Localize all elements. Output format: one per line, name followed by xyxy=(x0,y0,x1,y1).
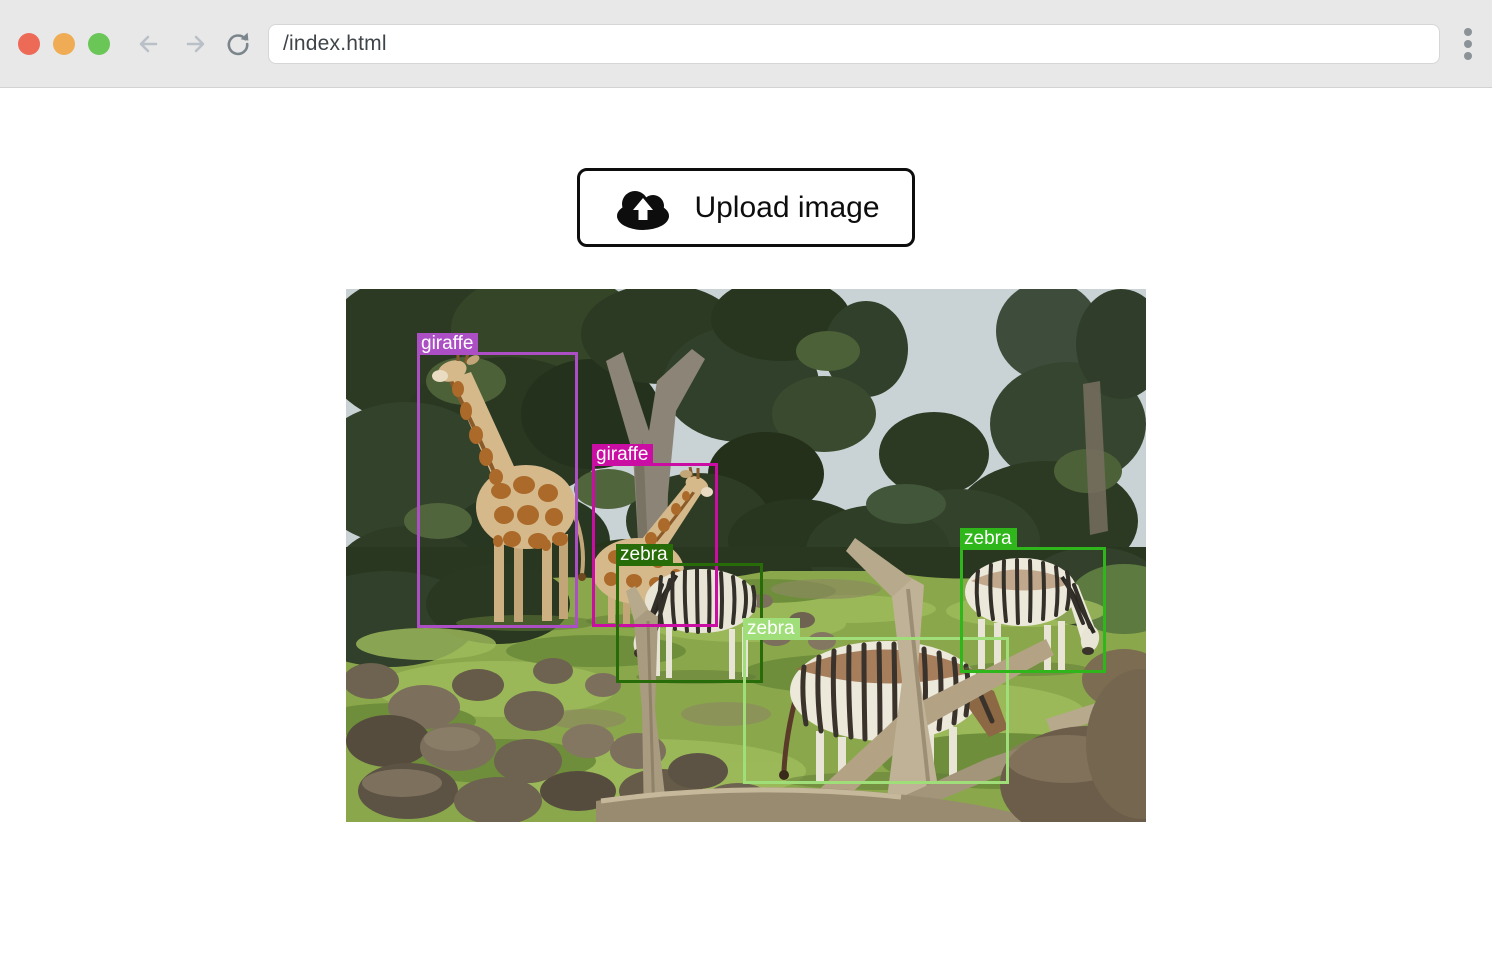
detection-box-giraffe-1: giraffe xyxy=(417,352,578,628)
detection-box-zebra-5: zebra xyxy=(960,547,1106,673)
upload-image-button[interactable]: Upload image xyxy=(577,168,914,247)
zoom-window-button[interactable] xyxy=(88,33,110,55)
detection-box-zebra-3: zebra xyxy=(616,563,763,683)
detections-overlay: giraffegiraffezebrazebrazebra xyxy=(346,289,1146,822)
reload-icon[interactable] xyxy=(220,26,256,62)
window-controls xyxy=(18,33,110,55)
detection-label: zebra xyxy=(960,528,1017,550)
back-arrow-icon[interactable] xyxy=(132,26,168,62)
detection-label: giraffe xyxy=(417,333,478,355)
url-bar[interactable]: /index.html xyxy=(268,24,1440,64)
detection-label: giraffe xyxy=(592,444,653,466)
browser-chrome: /index.html xyxy=(0,0,1492,88)
cloud-upload-icon xyxy=(612,186,674,230)
detection-label: zebra xyxy=(743,618,800,640)
upload-button-label: Upload image xyxy=(694,191,879,225)
overflow-menu-icon[interactable] xyxy=(1458,24,1478,64)
minimize-window-button[interactable] xyxy=(53,33,75,55)
url-text: /index.html xyxy=(283,32,387,56)
detection-label: zebra xyxy=(616,544,673,566)
close-window-button[interactable] xyxy=(18,33,40,55)
nav-controls xyxy=(132,26,256,62)
detection-image: giraffegiraffezebrazebrazebra xyxy=(346,289,1146,822)
page-content: Upload image xyxy=(0,168,1492,822)
forward-arrow-icon[interactable] xyxy=(176,26,212,62)
